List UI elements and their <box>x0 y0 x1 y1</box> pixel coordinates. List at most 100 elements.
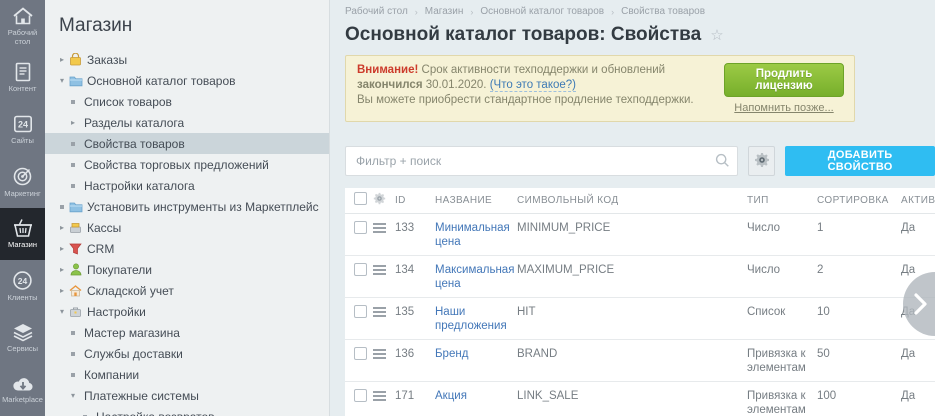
property-name-link[interactable]: Бренд <box>435 348 468 360</box>
tree-collapsed-arrow-icon[interactable]: ▸ <box>56 55 68 64</box>
column-header-id[interactable]: ID <box>395 195 435 206</box>
sidebar-item-13[interactable]: ▾Настройки <box>45 301 329 322</box>
rail-item-8[interactable]: Marketplace <box>0 364 45 416</box>
sidebar-item-2[interactable]: ▾Основной каталог товаров <box>45 70 329 91</box>
column-header-name[interactable]: НАЗВАНИЕ <box>435 195 517 206</box>
sidebar-item-14[interactable]: Мастер магазина <box>45 322 329 343</box>
sidebar-item-16[interactable]: Компании <box>45 364 329 385</box>
license-warning-text: Внимание! Срок активности техподдержки и… <box>357 63 724 114</box>
cell-id: 136 <box>395 347 435 361</box>
rail-item-2[interactable]: Контент <box>0 52 45 104</box>
tree-collapsed-arrow-icon[interactable]: ▸ <box>67 118 79 127</box>
sidebar-item-15[interactable]: Службы доставки <box>45 343 329 364</box>
add-property-button[interactable]: ДОБАВИТЬ СВОЙСТВО <box>785 146 935 176</box>
table-row: 134Максимальная ценаMAXIMUM_PRICEЧисло2Д… <box>345 256 935 298</box>
sidebar-item-17[interactable]: ▾Платежные системы <box>45 385 329 406</box>
property-name-link[interactable]: Максимальная цена <box>435 264 514 290</box>
filter-search-input[interactable] <box>345 146 738 176</box>
select-all-checkbox[interactable] <box>354 192 367 205</box>
row-actions-menu-icon[interactable] <box>373 389 386 403</box>
rail-item-label: Рабочий стол <box>1 29 45 46</box>
tree-bullet-icon <box>67 100 79 104</box>
buyers-icon <box>68 263 83 276</box>
row-checkbox[interactable] <box>354 347 367 360</box>
cell-sort: 2 <box>817 263 901 277</box>
rail-item-1[interactable]: Рабочий стол <box>0 0 45 52</box>
sidebar-item-8[interactable]: Установить инструменты из Маркетплейс <box>45 196 329 217</box>
what-is-this-link[interactable]: (Что это такое?) <box>490 79 576 92</box>
sidebar-item-label: Настройки каталога <box>84 179 195 193</box>
sidebar-item-5[interactable]: Свойства товаров <box>45 133 329 154</box>
cell-active: Да <box>901 389 935 403</box>
warning-date: 30.01.2020. <box>426 79 487 91</box>
sidebar-item-1[interactable]: ▸Заказы <box>45 49 329 70</box>
rail-item-6[interactable]: 24Клиенты <box>0 260 45 312</box>
breadcrumb-separator: › <box>470 7 473 17</box>
table-row: 135Наши предложенияHITСписок10Да <box>345 298 935 340</box>
sidebar-item-12[interactable]: ▸Складской учет <box>45 280 329 301</box>
tree-bullet-icon <box>67 331 79 335</box>
row-actions-menu-icon[interactable] <box>373 305 386 319</box>
cell-active: Да <box>901 221 935 235</box>
cell-id: 135 <box>395 305 435 319</box>
tree-expanded-arrow-icon[interactable]: ▾ <box>56 307 68 316</box>
column-header-active[interactable]: АКТИВНОСТЬ <box>901 195 935 206</box>
row-checkbox[interactable] <box>354 389 367 402</box>
favorite-star-icon[interactable]: ☆ <box>710 26 723 44</box>
cell-sort: 50 <box>817 347 901 361</box>
sidebar-item-label: Свойства товаров <box>84 137 185 151</box>
property-name-link[interactable]: Акция <box>435 390 467 402</box>
grid-settings-button[interactable] <box>748 146 775 176</box>
column-header-code[interactable]: СИМВОЛЬНЫЙ КОД <box>517 195 747 206</box>
tree-collapsed-arrow-icon[interactable]: ▸ <box>56 244 68 253</box>
cell-type: Привязка к элементам <box>747 389 817 416</box>
clock-24-icon: 24 <box>12 270 33 291</box>
column-header-type[interactable]: ТИП <box>747 195 817 206</box>
sidebar-item-9[interactable]: ▸Кассы <box>45 217 329 238</box>
rail-item-3[interactable]: 24Сайты <box>0 104 45 156</box>
row-checkbox[interactable] <box>354 305 367 318</box>
page-title: Основной каталог товаров: Свойства <box>345 24 701 46</box>
sidebar-item-6[interactable]: Свойства торговых предложений <box>45 154 329 175</box>
sidebar-item-3[interactable]: Список товаров <box>45 91 329 112</box>
tree-expanded-arrow-icon[interactable]: ▾ <box>56 76 68 85</box>
tree-expanded-arrow-icon[interactable]: ▾ <box>67 391 79 400</box>
search-icon[interactable] <box>715 153 730 173</box>
renew-license-button[interactable]: Продлить лицензию <box>724 63 844 97</box>
target-icon <box>12 166 33 187</box>
breadcrumb-item[interactable]: Свойства товаров <box>621 6 705 17</box>
sidebar-item-10[interactable]: ▸CRM <box>45 238 329 259</box>
breadcrumb-item[interactable]: Магазин <box>425 6 464 17</box>
tree-collapsed-arrow-icon[interactable]: ▸ <box>56 223 68 232</box>
rail-item-label: Маркетинг <box>1 190 45 199</box>
row-actions-menu-icon[interactable] <box>373 221 386 235</box>
rail-item-7[interactable]: Сервисы <box>0 312 45 364</box>
cash-register-icon <box>68 222 83 234</box>
tree-collapsed-arrow-icon[interactable]: ▸ <box>56 286 68 295</box>
cell-type: Список <box>747 305 817 319</box>
rail-item-4[interactable]: Маркетинг <box>0 156 45 208</box>
column-settings-gear-icon[interactable] <box>373 192 386 209</box>
tree-bullet-icon <box>67 373 79 377</box>
cell-active: Да <box>901 347 935 361</box>
tree-collapsed-arrow-icon[interactable]: ▸ <box>56 265 68 274</box>
breadcrumb-item[interactable]: Основной каталог товаров <box>480 6 604 17</box>
column-header-sort[interactable]: СОРТИРОВКА <box>817 195 901 206</box>
cell-sort: 100 <box>817 389 901 403</box>
sidebar-item-4[interactable]: ▸Разделы каталога <box>45 112 329 133</box>
property-name-link[interactable]: Наши предложения <box>435 306 507 332</box>
sidebar-item-11[interactable]: ▸Покупатели <box>45 259 329 280</box>
row-checkbox[interactable] <box>354 263 367 276</box>
row-actions-menu-icon[interactable] <box>373 347 386 361</box>
document-icon <box>14 62 32 82</box>
sidebar-item-18[interactable]: Настройка возвратов <box>45 406 329 416</box>
property-name-link[interactable]: Минимальная цена <box>435 222 510 248</box>
row-checkbox[interactable] <box>354 221 367 234</box>
rail-item-5[interactable]: Магазин <box>0 208 45 260</box>
app-window: Рабочий стол Контент24Сайты Маркетинг Магаз… <box>0 0 935 416</box>
row-actions-menu-icon[interactable] <box>373 263 386 277</box>
remind-later-link[interactable]: Напомнить позже... <box>734 102 833 114</box>
sidebar-item-7[interactable]: Настройки каталога <box>45 175 329 196</box>
breadcrumb-item[interactable]: Рабочий стол <box>345 6 408 17</box>
calendar-24-icon: 24 <box>13 114 33 134</box>
